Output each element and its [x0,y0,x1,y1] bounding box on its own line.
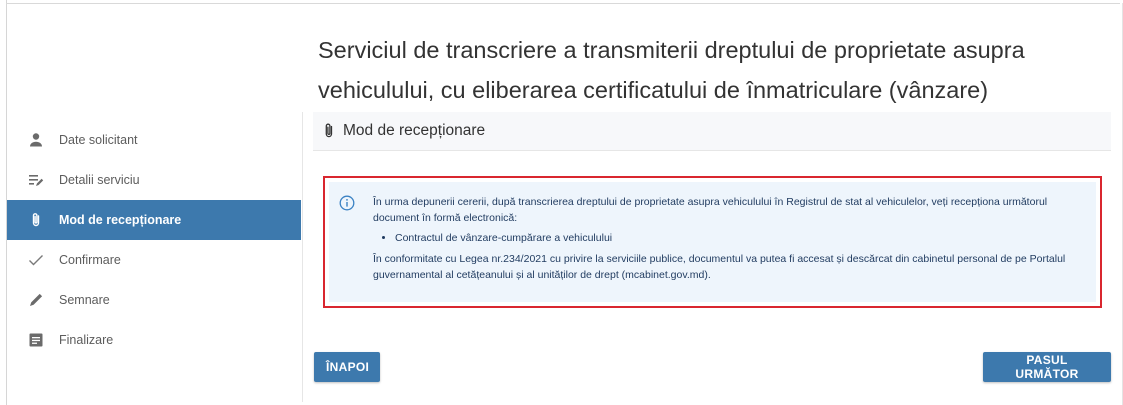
list-edit-icon [27,171,45,189]
paperclip-icon [27,211,45,229]
pen-icon [27,291,45,309]
sidebar-item-confirmare[interactable]: Confirmare [7,240,301,280]
info-note: În conformitate cu Legea nr.234/2021 cu … [373,253,1066,281]
steps-sidebar: Date solicitant Detalii serviciu Mod de … [7,120,301,360]
paperclip-icon [321,122,337,140]
sidebar-item-label: Mod de recepționare [59,213,182,227]
frame-top-border [6,3,1120,4]
info-notice-body: În urma depunerii cererii, după transcri… [329,182,1096,302]
list-item: Contractul de vânzare-cumpărare a vehicu… [395,230,1089,247]
next-step-button[interactable]: PASUL URMĂTOR [983,352,1111,382]
sidebar-item-mod-receptionare[interactable]: Mod de recepționare [7,200,301,240]
page-title: Serviciul de transcriere a transmiterii … [318,37,1025,103]
sidebar-item-label: Confirmare [59,253,121,267]
sidebar-item-label: Finalizare [59,333,114,347]
sidebar-item-date-solicitant[interactable]: Date solicitant [7,120,301,160]
info-text: În urma depunerii cererii, după transcri… [373,194,1089,283]
sidebar-item-label: Semnare [59,293,110,307]
section-title: Mod de recepționare [343,122,486,139]
back-button[interactable]: ÎNAPOI [314,352,380,382]
sidebar-item-label: Detalii serviciu [59,173,140,187]
checkmark-icon [27,251,45,269]
sidebar-item-detalii-serviciu[interactable]: Detalii serviciu [7,160,301,200]
sidebar-item-label: Date solicitant [59,133,138,147]
sidebar-item-semnare[interactable]: Semnare [7,280,301,320]
info-intro: În urma depunerii cererii, după transcri… [373,196,1048,224]
person-icon [27,131,45,149]
document-icon [27,331,45,349]
sidebar-item-finalizare[interactable]: Finalizare [7,320,301,360]
document-list: Contractul de vânzare-cumpărare a vehicu… [373,230,1089,247]
info-notice: În urma depunerii cererii, după transcri… [323,176,1102,308]
section-header: Mod de recepționare [313,112,1111,151]
sidebar-divider [302,112,303,402]
info-icon [339,195,355,211]
